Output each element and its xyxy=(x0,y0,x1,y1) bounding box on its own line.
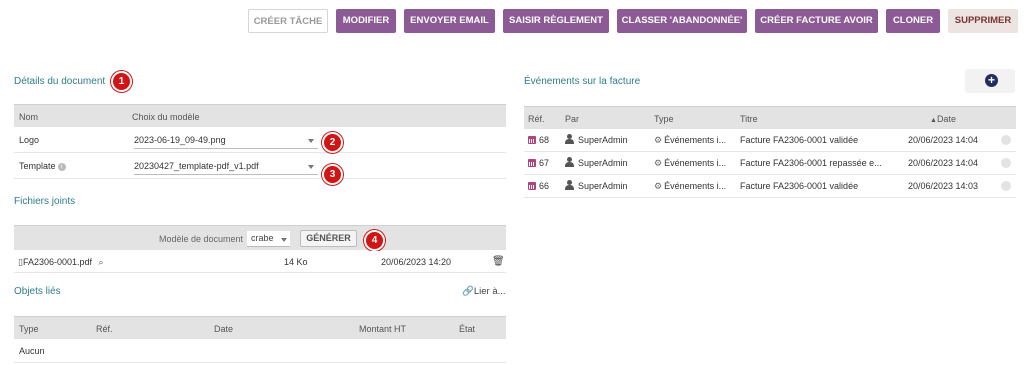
header-type: Type xyxy=(19,324,39,334)
logo-row: Logo 2023-06-19_09-49.png xyxy=(14,127,506,153)
logo-label: Logo xyxy=(19,135,40,145)
header-amount: Montant HT xyxy=(359,324,407,334)
events-title: Événements sur la facture xyxy=(524,76,641,87)
event-row[interactable]: 68 SuperAdmin ⚙ Événements i... Facture F… xyxy=(524,129,1016,152)
user-icon xyxy=(565,134,574,144)
file-name: FA2306-0001.pdf xyxy=(22,257,93,267)
gear-icon: ⚙ xyxy=(654,135,663,145)
chevron-down-icon xyxy=(308,139,314,143)
template-label: Template i xyxy=(19,161,66,171)
create-credit-note-button[interactable]: CRÉER FACTURE AVOIR xyxy=(755,9,878,33)
events-table-header: Réf. Par Type Titre ▲Date xyxy=(524,106,1016,129)
action-toolbar: CRÉER TÂCHE MODIFIER ENVOYER EMAIL SAISI… xyxy=(0,9,1024,33)
calendar-icon xyxy=(528,182,536,190)
header-ref: Réf. xyxy=(528,114,545,124)
status-dot xyxy=(1001,181,1011,191)
model-select[interactable]: crabe xyxy=(247,231,290,247)
linked-table-header: Type Réf. Date Montant HT État xyxy=(14,316,506,339)
create-task-button[interactable]: CRÉER TÂCHE xyxy=(248,9,328,33)
link-to-action[interactable]: 🔗Lier à... xyxy=(462,286,506,297)
event-row[interactable]: 67 SuperAdmin ⚙ Événements i... Facture F… xyxy=(524,152,1016,175)
header-model-choice: Choix du modèle xyxy=(132,112,200,122)
chevron-down-icon xyxy=(308,165,314,169)
template-select[interactable]: 20230427_template-pdf_v1.pdf xyxy=(134,158,318,175)
header-state: État xyxy=(459,324,476,334)
event-date: 20/06/2023 14:04 xyxy=(908,158,979,168)
file-date: 20/06/2023 14:20 xyxy=(381,257,452,267)
event-title-link[interactable]: Facture FA2306-0001 validée xyxy=(740,181,858,191)
link-icon: 🔗 xyxy=(462,286,474,297)
generate-button[interactable]: GÉNÉRER xyxy=(300,230,357,247)
info-icon: i xyxy=(57,163,66,171)
model-label: Modèle de document xyxy=(159,234,244,244)
document-model-table: Nom Choix du modèle Logo 2023-06-19_09-4… xyxy=(14,104,506,179)
empty-label: Aucun xyxy=(19,346,45,356)
empty-row: Aucun xyxy=(14,339,506,363)
header-ref: Réf. xyxy=(96,324,113,334)
generate-bar: Modèle de document crabe GÉNÉRER xyxy=(14,225,506,250)
document-details-title: Détails du document xyxy=(14,76,106,87)
gear-icon: ⚙ xyxy=(654,158,663,168)
trash-icon[interactable]: 🗑 xyxy=(492,256,505,267)
event-ref-link[interactable]: 68 xyxy=(528,135,549,145)
event-date: 20/06/2023 14:04 xyxy=(908,135,979,145)
logo-select[interactable]: 2023-06-19_09-49.png xyxy=(134,132,318,149)
status-dot xyxy=(1001,135,1011,145)
sort-up-icon: ▲ xyxy=(930,117,937,124)
event-title-link[interactable]: Facture FA2306-0001 validée xyxy=(740,135,858,145)
classify-abandoned-button[interactable]: CLASSER 'ABANDONNÉE' xyxy=(617,9,747,33)
header-name: Nom xyxy=(19,112,39,122)
send-email-button[interactable]: ENVOYER EMAIL xyxy=(404,9,495,33)
callout-badge-1: 1 xyxy=(111,71,132,92)
calendar-icon xyxy=(528,159,536,167)
plus-icon: + xyxy=(985,74,998,87)
clone-button[interactable]: CLONER xyxy=(886,9,940,33)
file-size: 14 Ko xyxy=(284,257,308,267)
event-type: ⚙ Événements i... xyxy=(654,135,727,145)
event-date: 20/06/2023 14:03 xyxy=(908,181,979,191)
callout-badge-3: 3 xyxy=(322,164,343,185)
header-date: Date xyxy=(214,324,234,334)
calendar-icon xyxy=(528,136,536,144)
link-to-label: Lier à... xyxy=(473,286,506,297)
modify-button[interactable]: MODIFIER xyxy=(336,9,396,33)
logo-select-value: 2023-06-19_09-49.png xyxy=(134,135,226,145)
event-user-link[interactable]: SuperAdmin xyxy=(565,180,628,191)
event-user-link[interactable]: SuperAdmin xyxy=(565,157,628,168)
attachments-title: Fichiers joints xyxy=(14,196,76,207)
linked-objects-title: Objets liés xyxy=(14,286,61,297)
enter-payment-button[interactable]: SAISIR RÈGLEMENT xyxy=(503,9,609,33)
delete-button[interactable]: SUPPRIMER xyxy=(948,9,1018,33)
model-select-value: crabe xyxy=(251,233,274,243)
event-ref-link[interactable]: 66 xyxy=(528,181,549,191)
linked-objects-table: Type Réf. Date Montant HT État Aucun xyxy=(14,316,506,363)
attachment-row: ▯FA2306-0001.pdf ⌕ 14 Ko 20/06/2023 14:2… xyxy=(14,251,506,273)
callout-badge-2: 2 xyxy=(322,132,343,153)
document-table-header: Nom Choix du modèle xyxy=(14,104,506,127)
template-row: Template i 20230427_template-pdf_v1.pdf xyxy=(14,153,506,179)
header-title: Titre xyxy=(740,114,758,124)
status-dot xyxy=(1001,158,1011,168)
header-type: Type xyxy=(654,114,674,124)
event-type: ⚙ Événements i... xyxy=(654,158,727,168)
event-user-link[interactable]: SuperAdmin xyxy=(565,134,628,145)
gear-icon: ⚙ xyxy=(654,181,663,191)
header-date-sorted[interactable]: ▲Date xyxy=(930,114,956,124)
template-select-value: 20230427_template-pdf_v1.pdf xyxy=(134,161,259,171)
user-icon xyxy=(565,180,574,190)
zoom-icon[interactable]: ⌕ xyxy=(99,257,104,267)
file-link[interactable]: ▯FA2306-0001.pdf ⌕ xyxy=(18,257,104,268)
add-event-button[interactable]: + xyxy=(965,69,1015,93)
event-type: ⚙ Événements i... xyxy=(654,181,727,191)
event-ref-link[interactable]: 67 xyxy=(528,158,549,168)
callout-badge-4: 4 xyxy=(364,230,385,251)
header-by: Par xyxy=(565,114,580,124)
event-title-link[interactable]: Facture FA2306-0001 repassée e... xyxy=(740,158,882,168)
events-table: Réf. Par Type Titre ▲Date 68 SuperAdmin … xyxy=(524,106,1016,198)
chevron-down-icon xyxy=(281,238,287,242)
event-row[interactable]: 66 SuperAdmin ⚙ Événements i... Facture F… xyxy=(524,175,1016,198)
user-icon xyxy=(565,157,574,167)
